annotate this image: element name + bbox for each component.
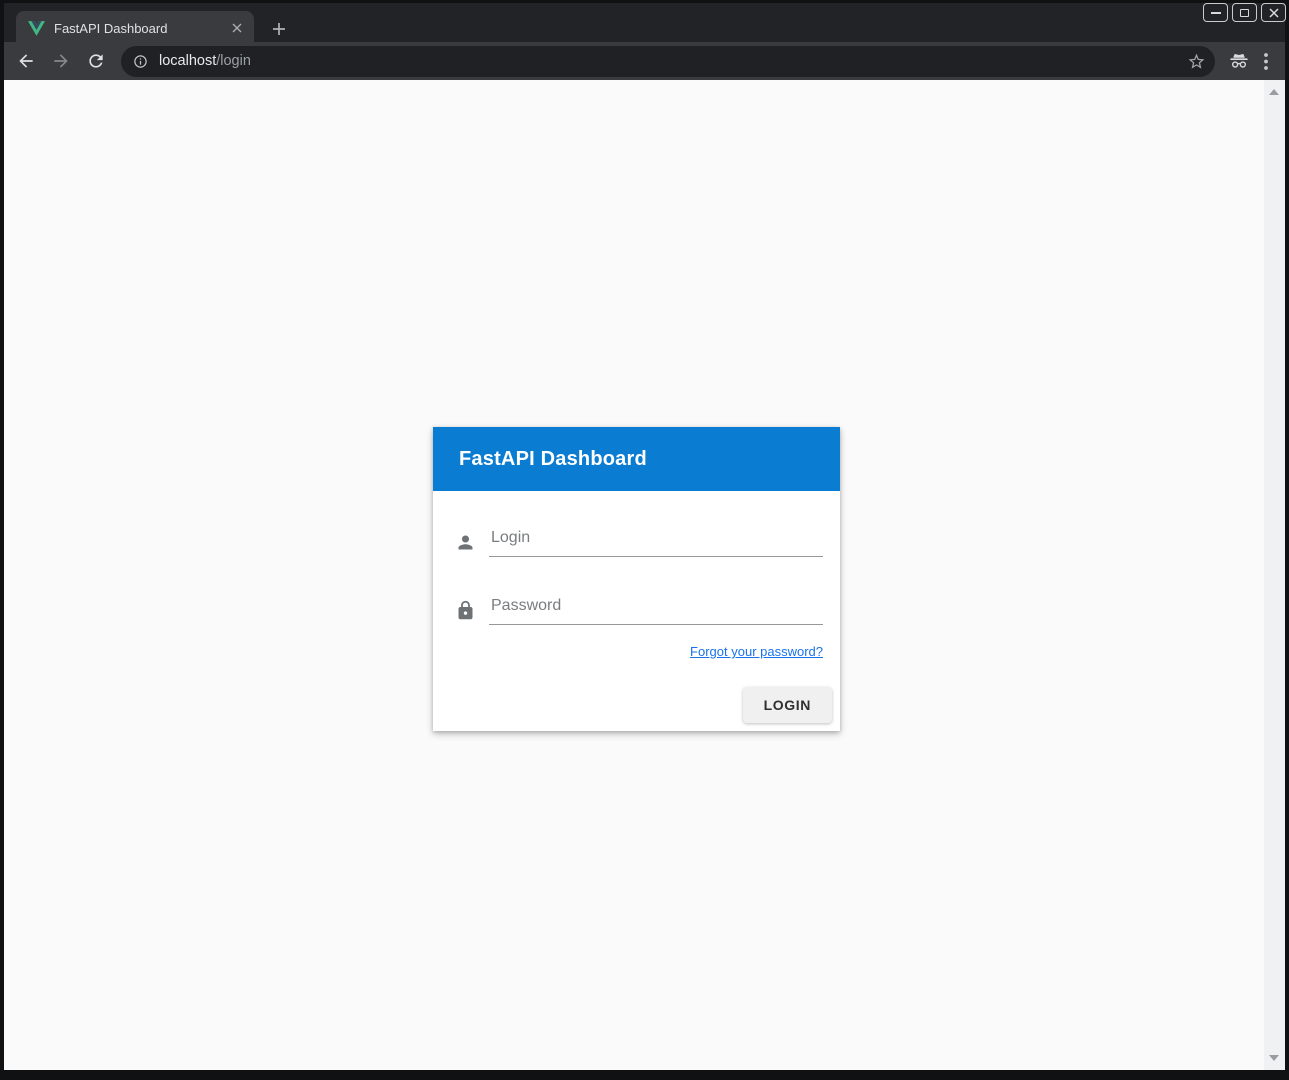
kebab-menu-icon xyxy=(1264,53,1268,70)
password-field-row xyxy=(455,597,823,625)
close-icon xyxy=(1269,8,1279,18)
url-host: localhost xyxy=(159,53,216,69)
browser-window: FastAPI Dashboard xyxy=(0,0,1289,1080)
login-card: FastAPI Dashboard xyxy=(433,427,840,731)
incognito-badge-icon xyxy=(1227,50,1251,72)
reload-button[interactable] xyxy=(83,48,109,74)
maximize-button[interactable] xyxy=(1232,3,1257,22)
window-controls xyxy=(1203,3,1286,22)
address-bar[interactable]: localhost/login xyxy=(121,46,1215,77)
login-card-title: FastAPI Dashboard xyxy=(459,448,647,471)
tab-strip: FastAPI Dashboard xyxy=(4,3,1285,42)
password-input[interactable] xyxy=(489,597,823,624)
login-input[interactable] xyxy=(489,529,823,556)
page-scrollbar[interactable] xyxy=(1264,80,1285,1070)
minimize-icon xyxy=(1211,12,1221,14)
minimize-button[interactable] xyxy=(1203,3,1228,22)
browser-menu-button[interactable] xyxy=(1259,52,1273,70)
browser-tab[interactable]: FastAPI Dashboard xyxy=(16,11,254,45)
login-card-body: Forgot your password? LOGIN xyxy=(433,529,840,731)
lock-icon xyxy=(455,600,476,621)
forward-button[interactable] xyxy=(48,48,74,74)
back-arrow-icon xyxy=(16,51,36,71)
site-info-icon[interactable] xyxy=(133,54,148,69)
new-tab-button[interactable] xyxy=(265,16,293,42)
scroll-down-arrow-icon[interactable] xyxy=(1269,1055,1279,1061)
tab-title: FastAPI Dashboard xyxy=(54,21,218,36)
login-field-row xyxy=(455,529,823,557)
login-button-row: LOGIN xyxy=(455,687,832,723)
forgot-password-row: Forgot your password? xyxy=(455,643,823,661)
close-button[interactable] xyxy=(1261,3,1286,22)
password-field-underline xyxy=(489,597,823,625)
tab-close-icon[interactable] xyxy=(227,19,246,38)
reload-icon xyxy=(86,51,106,71)
bookmark-star-icon[interactable] xyxy=(1187,52,1206,71)
login-button[interactable]: LOGIN xyxy=(743,687,832,723)
login-field-underline xyxy=(489,529,823,557)
page-content: FastAPI Dashboard xyxy=(4,80,1285,1070)
person-icon xyxy=(455,532,476,553)
back-button[interactable] xyxy=(13,48,39,74)
browser-toolbar: localhost/login xyxy=(4,42,1285,80)
vue-logo-icon xyxy=(28,21,45,36)
url-path: /login xyxy=(216,53,251,69)
url-text: localhost/login xyxy=(159,53,1187,69)
forgot-password-link[interactable]: Forgot your password? xyxy=(690,644,823,659)
forward-arrow-icon xyxy=(51,51,71,71)
login-card-header: FastAPI Dashboard xyxy=(433,427,840,491)
scroll-up-arrow-icon[interactable] xyxy=(1269,89,1279,95)
maximize-icon xyxy=(1240,9,1249,17)
